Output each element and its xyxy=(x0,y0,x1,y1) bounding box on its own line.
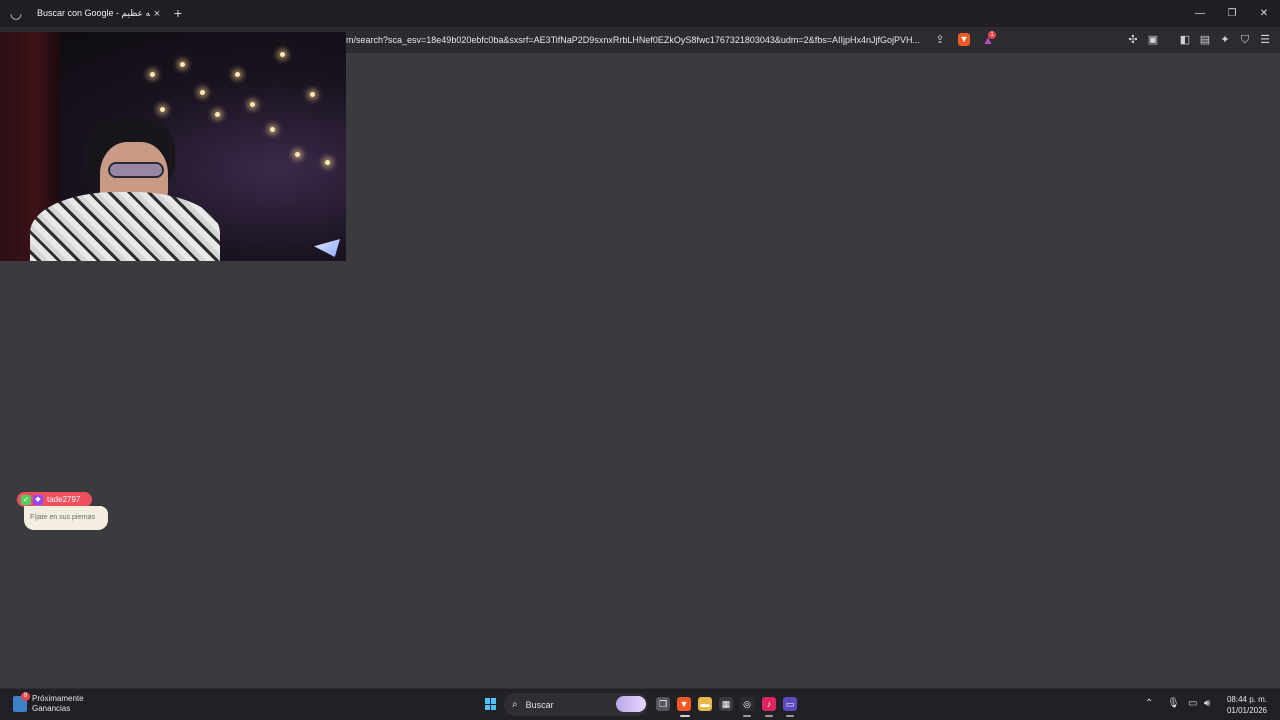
widgets-button[interactable]: 9 Próximamente Ganancias xyxy=(13,692,84,714)
active-app-indicator xyxy=(680,715,690,717)
leo-ai-icon[interactable]: ✦ xyxy=(1217,32,1233,48)
verified-badge-icon: ✓ xyxy=(21,494,31,505)
address-bar[interactable]: m/search?sca_esv=18e49b020ebfc0ba&sxsrf=… xyxy=(346,27,926,53)
taskbar: 9 Próximamente Ganancias ⌕ Buscar ❐ ▼ ▬ … xyxy=(0,688,1280,720)
chat-username: tade2797 xyxy=(47,495,81,504)
fairy-light xyxy=(215,112,220,117)
fairy-light xyxy=(270,127,275,132)
running-app-indicator xyxy=(786,715,794,717)
tab-google-search[interactable]: Buscar con Google - الله عظيم × xyxy=(28,2,164,25)
fairy-light xyxy=(310,92,315,97)
fairy-light xyxy=(280,52,285,57)
fairy-light xyxy=(200,90,205,95)
subscriber-badge-icon: ◆ xyxy=(33,494,43,505)
tab-close-icon[interactable]: × xyxy=(150,8,164,20)
clock-date: 01/01/2026 xyxy=(1226,706,1267,715)
tab-strip: ◡ Buscar con Google - الله عظيم × + — ❐ … xyxy=(0,0,1280,27)
fairy-light xyxy=(295,152,300,157)
share-icon[interactable]: ⇪ xyxy=(932,32,948,48)
store-icon[interactable]: ▦ xyxy=(719,697,733,711)
fairy-light xyxy=(235,72,240,77)
show-hidden-icons[interactable]: ⌃ xyxy=(1145,698,1153,709)
widget-badge: 9 xyxy=(21,692,30,701)
file-explorer-icon[interactable]: ▬ xyxy=(698,697,712,711)
widget-text: Próximamente Ganancias xyxy=(32,694,84,714)
chat-username-pill: ✓ ◆ tade2797 xyxy=(17,492,92,507)
close-window-button[interactable]: ✕ xyxy=(1248,0,1280,27)
vpn-shield-icon[interactable]: ⛉ xyxy=(1237,32,1253,48)
new-tab-button[interactable]: + xyxy=(170,4,186,22)
fairy-light xyxy=(180,62,185,67)
chat-message: Fíjate en sus piernas xyxy=(24,506,108,530)
streaming-app-icon[interactable]: ▭ xyxy=(783,697,797,711)
wallet-icon[interactable]: ▤ xyxy=(1197,32,1213,48)
extensions-icon[interactable]: ✣ xyxy=(1125,32,1141,48)
running-app-indicator xyxy=(743,715,751,717)
sidebar-icon[interactable]: ◧ xyxy=(1177,32,1193,48)
system-clock[interactable]: 08:44 p. m. 01/01/2026 xyxy=(1227,694,1267,716)
tab-search-icon[interactable]: ▣ xyxy=(1145,32,1161,48)
widget-subtitle: Ganancias xyxy=(32,704,71,713)
tiktok-icon[interactable]: ♪ xyxy=(762,697,776,711)
task-view-icon[interactable]: ❐ xyxy=(656,697,670,711)
window-controls: — ❐ ✕ xyxy=(1184,0,1280,27)
search-icon: ⌕ xyxy=(512,699,518,710)
stocks-icon: 9 xyxy=(13,692,30,712)
fairy-light xyxy=(250,102,255,107)
taskbar-search[interactable]: ⌕ Buscar xyxy=(504,693,648,716)
clock-time: 08:44 p. m. xyxy=(1226,695,1267,704)
rewards-badge: 1 xyxy=(988,31,996,39)
glasses xyxy=(108,162,164,178)
cam-logo xyxy=(314,239,340,257)
tab-title: Buscar con Google - الله عظيم xyxy=(37,8,150,18)
maximize-button[interactable]: ❐ xyxy=(1216,0,1248,27)
menu-icon[interactable]: ☰ xyxy=(1257,32,1273,48)
fairy-light xyxy=(160,107,165,112)
brave-shields-icon[interactable]: ▼ xyxy=(958,33,970,46)
search-highlight-art xyxy=(616,696,646,712)
start-button[interactable] xyxy=(485,698,497,710)
loading-spinner-icon: ◡ xyxy=(9,5,23,21)
minimize-button[interactable]: — xyxy=(1184,0,1216,27)
brave-browser-icon[interactable]: ▼ xyxy=(677,697,691,711)
microphone-icon[interactable]: 🎙︎ xyxy=(1167,698,1180,709)
streamer-shirt xyxy=(30,192,220,261)
search-label: Buscar xyxy=(525,699,554,710)
webcam-overlay xyxy=(0,32,346,261)
fairy-light xyxy=(150,72,155,77)
obs-icon[interactable]: ◎ xyxy=(740,697,754,711)
fairy-light xyxy=(325,160,330,165)
volume-icon[interactable]: 🔊︎ xyxy=(1204,698,1210,709)
running-app-indicator xyxy=(765,715,773,717)
network-icon[interactable]: ▭ xyxy=(1188,698,1197,709)
widget-title: Próximamente xyxy=(32,694,84,703)
